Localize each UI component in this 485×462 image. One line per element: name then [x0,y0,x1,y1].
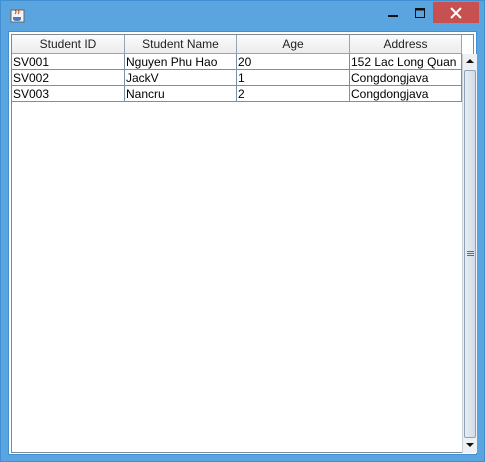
cell-student-id[interactable]: SV002 [12,70,125,86]
table-header: Student ID Student Name Age Address [12,35,462,54]
close-icon [450,6,462,19]
cell-student-name[interactable]: JackV [125,70,237,86]
cell-student-name[interactable]: Nancru [125,86,237,102]
vertical-scrollbar[interactable] [462,54,477,453]
scroll-up-button[interactable] [463,54,477,68]
scroll-down-button[interactable] [463,438,477,452]
cell-address[interactable]: Congdongjava [350,70,462,86]
cell-age[interactable]: 1 [237,70,350,86]
scrollbar-thumb[interactable] [464,70,476,438]
column-header-age[interactable]: Age [237,35,350,54]
title-bar[interactable] [1,1,484,31]
minimize-icon [387,14,398,17]
cell-student-id[interactable]: SV003 [12,86,125,102]
column-header-student-id[interactable]: Student ID [12,35,125,54]
cell-address[interactable]: 152 Lac Long Quan [350,54,462,70]
table-row[interactable]: SV001 Nguyen Phu Hao 20 152 Lac Long Qua… [12,54,462,70]
student-table[interactable]: Student ID Student Name Age Address SV00… [12,35,462,452]
table-row[interactable]: SV003 Nancru 2 Congdongjava [12,86,462,102]
maximize-button[interactable] [406,2,433,23]
close-button[interactable] [433,2,479,23]
grip-icon [466,251,474,256]
column-header-student-name[interactable]: Student Name [125,35,237,54]
table-scroll-pane[interactable]: Student ID Student Name Age Address SV00… [11,34,477,453]
arrow-up-icon [466,59,474,63]
app-window: Student ID Student Name Age Address SV00… [0,0,485,462]
maximize-icon [414,7,425,18]
column-header-address[interactable]: Address [350,35,462,54]
cell-student-name[interactable]: Nguyen Phu Hao [125,54,237,70]
java-app-icon[interactable] [10,8,26,24]
minimize-button[interactable] [379,2,406,23]
cell-student-id[interactable]: SV001 [12,54,125,70]
content-pane: Student ID Student Name Age Address SV00… [8,31,477,455]
cell-age[interactable]: 2 [237,86,350,102]
arrow-down-icon [466,443,474,447]
table-row[interactable]: SV002 JackV 1 Congdongjava [12,70,462,86]
cell-age[interactable]: 20 [237,54,350,70]
cell-address[interactable]: Congdongjava [350,86,462,102]
